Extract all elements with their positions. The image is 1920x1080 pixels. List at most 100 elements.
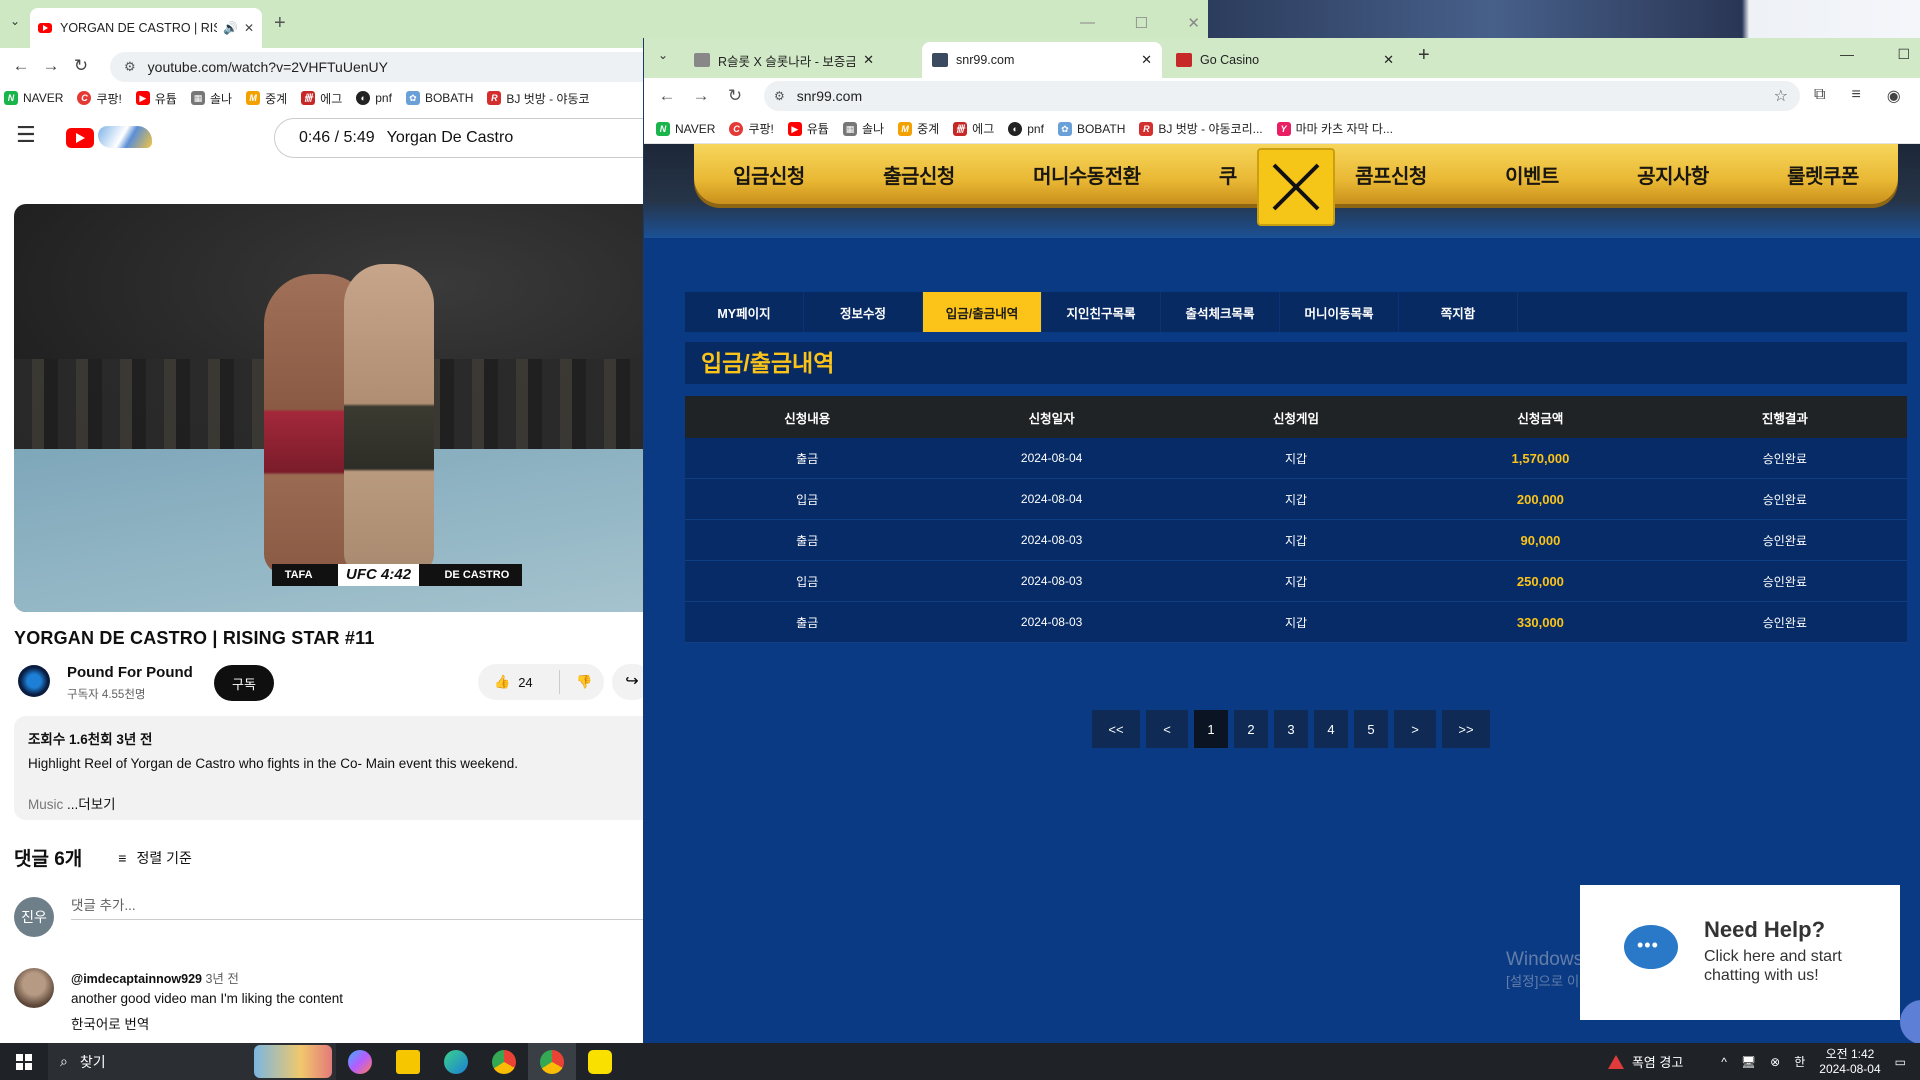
bookmark-solna[interactable]: ▦ 솔나 [842, 120, 884, 137]
bookmark-egg[interactable]: 卌 에그 [301, 90, 342, 107]
tab-go-casino[interactable]: Go Casino ✕ [1166, 42, 1404, 78]
bookmark-youtube[interactable]: ▶ 유튭 [135, 90, 177, 107]
channel-name[interactable]: Pound For Pound [67, 664, 193, 681]
minimize-icon[interactable]: — [1840, 46, 1854, 63]
subtab-mypage[interactable]: MY페이지 [685, 292, 804, 332]
youtube-doodle-icon[interactable] [98, 126, 152, 148]
bookmark-bobath[interactable]: ✿ BOBATH [405, 91, 473, 105]
taskbar-chrome[interactable] [480, 1043, 528, 1080]
back-icon[interactable]: ← [650, 86, 684, 106]
channel-avatar[interactable] [18, 665, 50, 697]
nav-coupon[interactable]: 쿠 [1219, 160, 1237, 189]
volume-muted-icon[interactable]: ⊗ [1770, 1055, 1780, 1069]
nav-withdraw[interactable]: 출금신청 [883, 160, 955, 189]
commenter-avatar[interactable] [14, 968, 54, 1008]
bookmark-naver[interactable]: N NAVER [656, 121, 715, 136]
like-button[interactable]: 👍 24 [478, 670, 560, 694]
translate-link[interactable]: 한국어로 번역 [71, 1013, 149, 1033]
back-icon[interactable]: ← [6, 56, 36, 76]
subtab-friends[interactable]: 지인친구목록 [1042, 292, 1161, 332]
menu-icon[interactable]: ☰ [16, 122, 36, 148]
nav-roulette-coupon[interactable]: 룰렛쿠폰 [1787, 160, 1859, 189]
page-last-button[interactable]: >> [1442, 710, 1490, 748]
right-tab-search-icon[interactable]: ⌄ [652, 48, 674, 68]
maximize-icon[interactable]: ☐ [1134, 14, 1147, 32]
nav-deposit[interactable]: 입금신청 [733, 160, 805, 189]
nav-event[interactable]: 이벤트 [1505, 160, 1559, 189]
bookmark-broadcast[interactable]: M 중계 [898, 120, 939, 137]
youtube-tab[interactable]: YORGAN DE CASTRO | RIS 🔊 ✕ [30, 8, 262, 48]
bookmark-bj[interactable]: R BJ 벗방 - 야동코리... [1139, 120, 1263, 137]
address-bar[interactable]: ⚙ snr99.com ☆ [764, 81, 1800, 111]
subtab-attendance[interactable]: 출석체크목록 [1161, 292, 1280, 332]
subtab-messages[interactable]: 쪽지함 [1399, 292, 1518, 332]
minimize-icon[interactable]: — [1080, 14, 1095, 32]
page-1-button[interactable]: 1 [1194, 710, 1228, 748]
reload-icon[interactable]: ↻ [66, 56, 96, 76]
bookmark-pnf[interactable]: ◐ pnf [1008, 121, 1044, 136]
bookmark-pnf[interactable]: ◐ pnf [356, 91, 392, 105]
sort-button[interactable]: ≡ 정렬 기준 [118, 848, 192, 868]
tray-chevron-icon[interactable]: ^ [1721, 1055, 1727, 1069]
tab-slot-nara[interactable]: R슬롯 X 슬롯나라 - 보증금 2억 ✕ [684, 42, 884, 78]
tab-close-icon[interactable]: ✕ [244, 21, 254, 35]
subtab-transactions[interactable]: 입금/출금내역 [923, 292, 1042, 332]
reload-icon[interactable]: ↻ [718, 86, 752, 106]
extensions-icon[interactable]: ⧉ [1814, 86, 1825, 106]
live-chat-widget[interactable]: Need Help? Click here and start chatting… [1580, 885, 1900, 1020]
close-window-icon[interactable]: ✕ [1187, 14, 1200, 32]
start-button[interactable] [0, 1043, 48, 1080]
bookmark-bobath[interactable]: ✿ BOBATH [1057, 121, 1125, 136]
youtube-logo-icon[interactable] [66, 128, 94, 148]
nav-money-transfer[interactable]: 머니수동전환 [1033, 160, 1141, 189]
page-5-button[interactable]: 5 [1354, 710, 1388, 748]
bookmark-youtube[interactable]: ▶ 유튭 [787, 120, 829, 137]
taskbar-edge[interactable] [432, 1043, 480, 1080]
profile-icon[interactable]: ◉ [1887, 86, 1901, 106]
site-info-icon[interactable]: ⚙ [124, 59, 136, 75]
bookmark-bj[interactable]: R BJ 벗방 - 야동코 [487, 90, 590, 107]
new-tab-button[interactable]: + [1418, 44, 1430, 67]
page-3-button[interactable]: 3 [1274, 710, 1308, 748]
media-control-icon[interactable]: ≡ [1851, 86, 1860, 106]
tab-close-icon[interactable]: ✕ [1383, 52, 1394, 68]
new-tab-button[interactable]: + [274, 12, 286, 35]
chat-launcher-icon[interactable] [1900, 1000, 1920, 1043]
forward-icon[interactable]: → [684, 86, 718, 106]
notification-icon[interactable]: ▭ [1895, 1055, 1906, 1069]
taskbar-kakaotalk[interactable] [576, 1043, 624, 1080]
page-2-button[interactable]: 2 [1234, 710, 1268, 748]
taskbar-chrome-2[interactable] [528, 1043, 576, 1080]
subtab-edit-info[interactable]: 정보수정 [804, 292, 923, 332]
bookmark-naver[interactable]: N NAVER [4, 91, 63, 105]
comment-author[interactable]: @imdecaptainnow929 3년 전 [71, 968, 239, 987]
taskbar-search[interactable]: ⌕ 찾기 [48, 1043, 336, 1080]
audio-playing-icon[interactable]: 🔊 [223, 21, 238, 35]
nav-notice[interactable]: 공지사항 [1637, 160, 1709, 189]
site-info-icon[interactable]: ⚙ [774, 89, 785, 103]
bookmark-mama[interactable]: Y 마마 카츠 자막 다... [1276, 120, 1393, 137]
forward-icon[interactable]: → [36, 56, 66, 76]
maximize-icon[interactable]: ☐ [1897, 46, 1910, 63]
taskbar-sticky-notes[interactable] [384, 1043, 432, 1080]
tab-search-icon[interactable]: ⌄ [4, 14, 26, 34]
ime-icon[interactable]: 한 [1794, 1053, 1805, 1070]
subscribe-button[interactable]: 구독 [214, 665, 274, 701]
page-next-button[interactable]: > [1394, 710, 1436, 748]
heat-wave-alert[interactable]: 폭염 경고 [1607, 1052, 1683, 1071]
dislike-button[interactable]: 👎 [560, 674, 592, 690]
network-icon[interactable]: 🖥 [1741, 1055, 1756, 1069]
overlay-close-button[interactable] [1259, 150, 1333, 224]
page-prev-button[interactable]: < [1146, 710, 1188, 748]
tab-snr99[interactable]: snr99.com ✕ [922, 42, 1162, 78]
bookmark-coupang[interactable]: C 쿠팡! [77, 90, 122, 107]
bookmark-egg[interactable]: 卌 에그 [953, 120, 994, 137]
page-4-button[interactable]: 4 [1314, 710, 1348, 748]
subtab-money-moves[interactable]: 머니이동목록 [1280, 292, 1399, 332]
page-first-button[interactable]: << [1092, 710, 1140, 748]
clock[interactable]: 오전 1:42 2024-08-04 [1819, 1047, 1880, 1077]
taskbar-copilot[interactable] [336, 1043, 384, 1080]
bookmark-star-icon[interactable]: ☆ [1774, 86, 1788, 106]
tab-close-icon[interactable]: ✕ [863, 52, 874, 68]
tab-close-icon[interactable]: ✕ [1141, 52, 1152, 68]
